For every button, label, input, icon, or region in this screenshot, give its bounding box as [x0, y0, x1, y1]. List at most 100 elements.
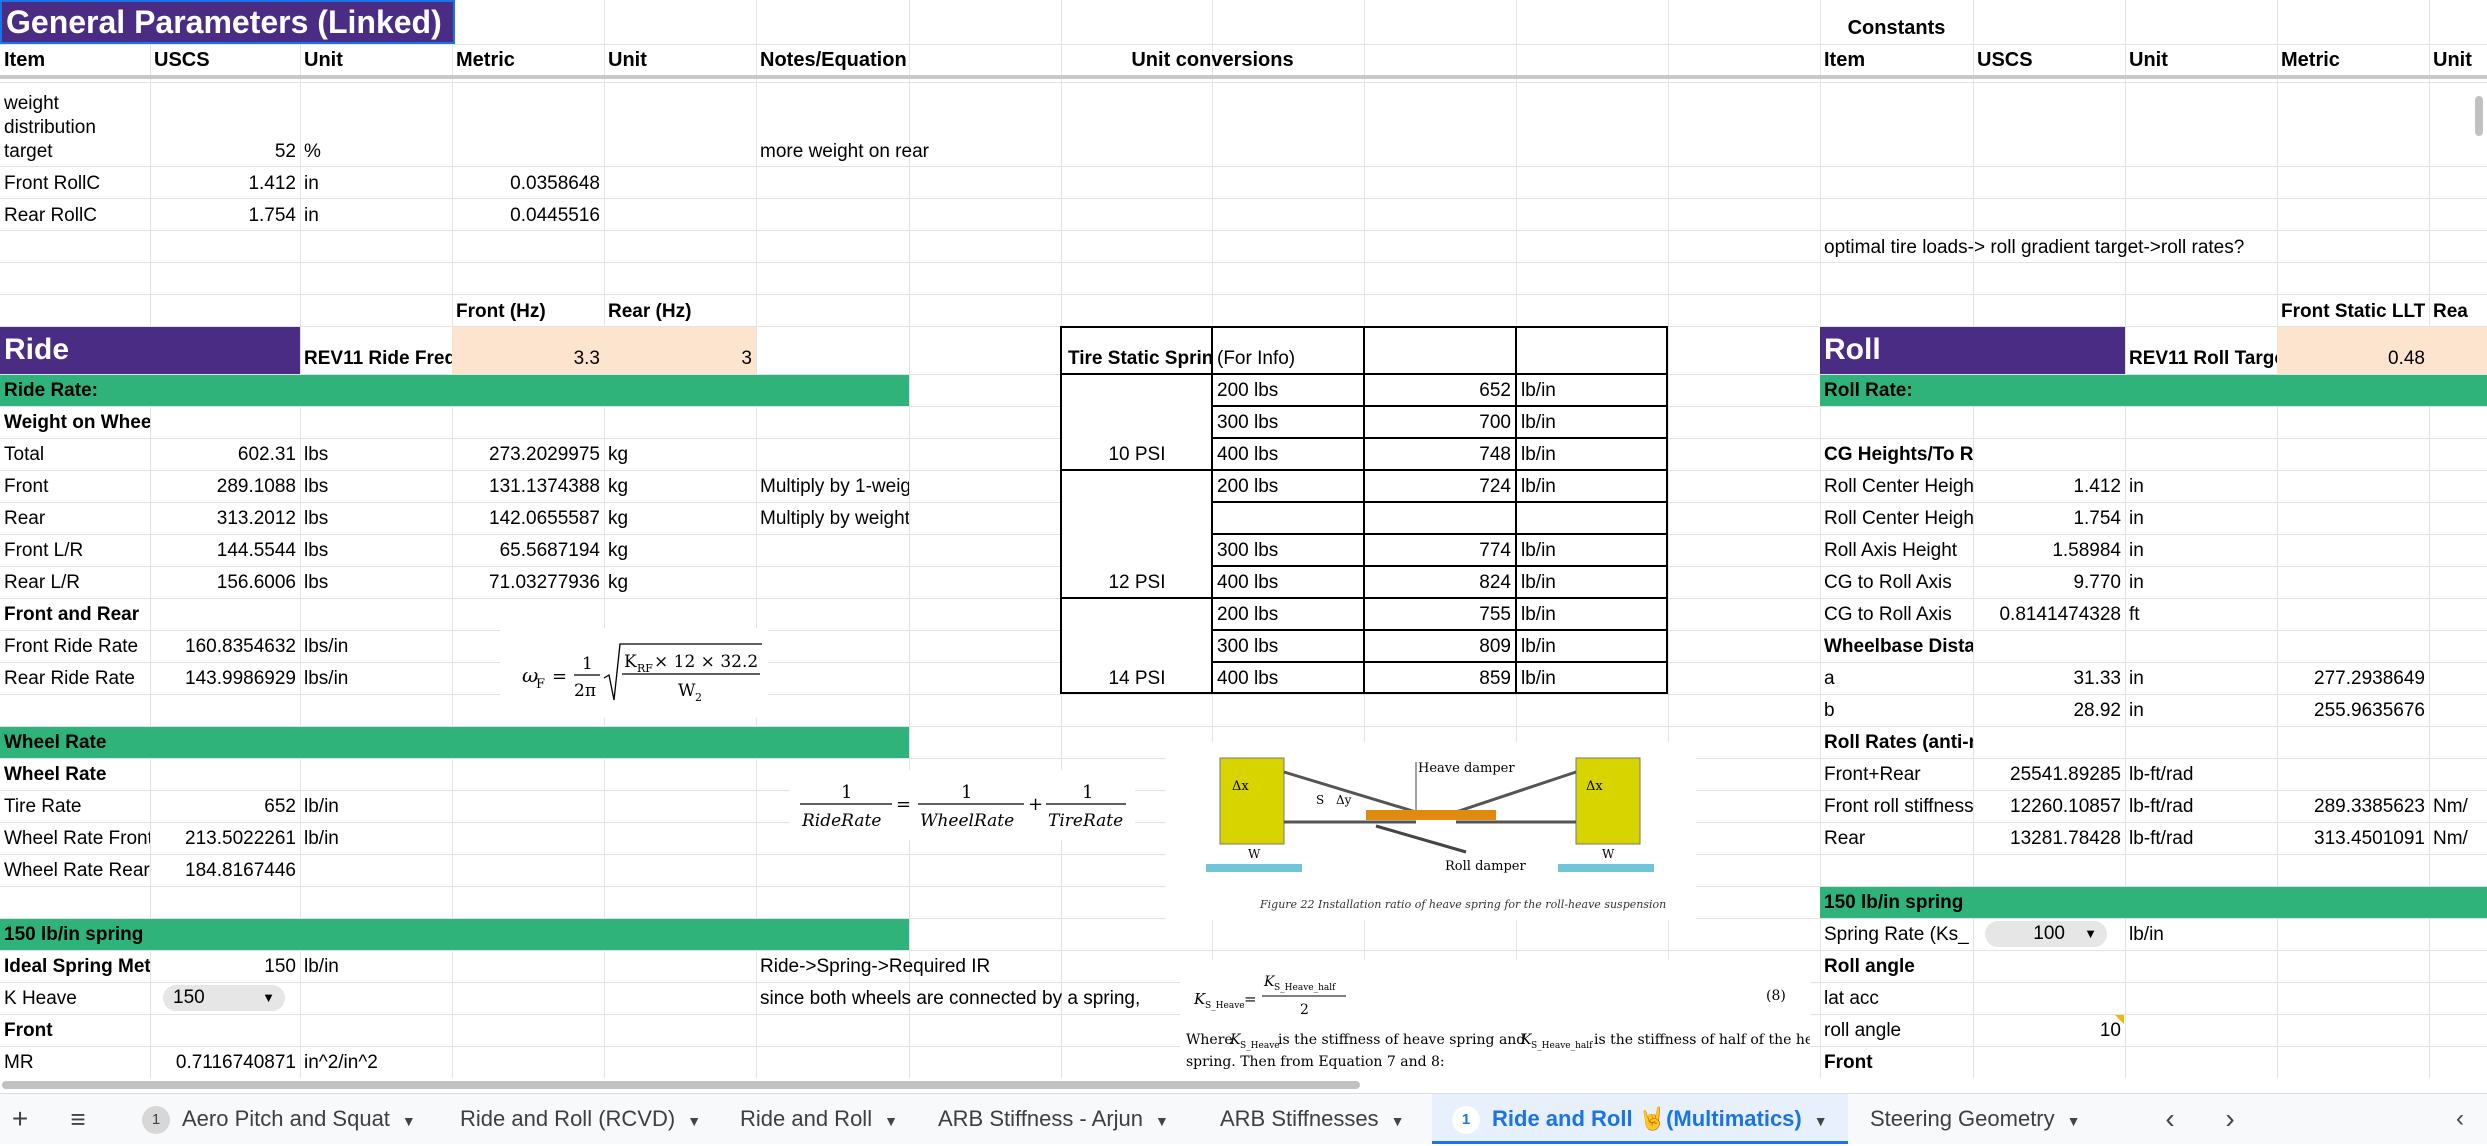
all-sheets-icon[interactable]: ≡ — [58, 1094, 98, 1144]
row-label[interactable]: Roll Axis Height — [1820, 540, 1973, 561]
row-value[interactable]: 31.33 — [1973, 668, 2125, 689]
row-value[interactable]: 602.31 — [150, 444, 300, 465]
front-label[interactable]: Front — [1820, 1052, 1973, 1073]
constants-header-unit[interactable]: Unit — [2125, 50, 2277, 71]
heave-damper-figure[interactable]: Heave damper Roll damper Δx Δx Δy S W W … — [1166, 742, 1696, 920]
header-item[interactable]: Item — [0, 50, 150, 71]
row-label[interactable]: CG to Roll Axis — [1820, 572, 1973, 593]
row-label[interactable]: b — [1820, 700, 1973, 721]
psi-label[interactable]: 12 PSI — [1062, 572, 1212, 593]
row-label[interactable]: Roll Center Height Rear — [1820, 508, 1973, 529]
tab-ride-and-roll[interactable]: Ride and Roll ▼ — [726, 1094, 912, 1144]
header-unit[interactable]: Unit — [300, 50, 452, 71]
row-metric-unit[interactable]: kg — [604, 444, 756, 465]
row-value[interactable]: 144.5544 — [150, 540, 300, 561]
row-metric[interactable]: 142.0655587 — [452, 508, 604, 529]
roll-angle-label[interactable]: Roll angle — [1820, 956, 1973, 977]
row-metric[interactable]: 65.5687194 — [452, 540, 604, 561]
row-unit[interactable]: in — [2125, 540, 2277, 561]
row-metric-unit[interactable]: Nm/ — [2429, 796, 2487, 817]
row-label[interactable]: Front — [0, 476, 150, 497]
tire-stiffness[interactable]: 824 — [1365, 572, 1515, 593]
scroll-tabs-right-icon[interactable]: › — [2210, 1094, 2250, 1144]
tire-stiffness[interactable]: 748 — [1365, 444, 1515, 465]
weight-on-wheels-label[interactable]: Weight on Wheels — [0, 412, 150, 433]
front-label[interactable]: Front — [0, 1020, 150, 1041]
row-unit[interactable]: lb-ft/rad — [2125, 828, 2277, 849]
scroll-tabs-left-icon[interactable]: ‹ — [2150, 1094, 2190, 1144]
horizontal-scrollbar-thumb[interactable] — [2, 1081, 1360, 1089]
row-metric-unit[interactable]: kg — [604, 572, 756, 593]
row-unit[interactable]: lb/in — [300, 956, 452, 977]
cell-metric[interactable]: 0.0358648 — [452, 173, 604, 194]
wheelbase-label[interactable]: Wheelbase Distances — [1820, 636, 1973, 657]
row-metric[interactable]: 255.9635676 — [2277, 700, 2429, 721]
tire-unit[interactable]: lb/in — [1517, 540, 1667, 561]
cell-unit[interactable]: in — [300, 173, 452, 194]
row-value[interactable]: 652 — [150, 796, 300, 817]
tire-unit[interactable]: lb/in — [1517, 444, 1667, 465]
tire-stiffness[interactable]: 652 — [1365, 380, 1515, 401]
ride-front-freq[interactable]: 3.3 — [452, 348, 604, 369]
psi-label[interactable]: 14 PSI — [1062, 668, 1212, 689]
row-metric[interactable]: 289.3385623 — [2277, 796, 2429, 817]
natural-frequency-equation-image[interactable]: ω F = 1 2π K RF × 12 × 32.2 W 2 — [500, 628, 768, 718]
cell-unit[interactable]: % — [300, 141, 452, 162]
row-label[interactable]: K Heave — [0, 988, 150, 1009]
row-label[interactable]: Front Ride Rate — [0, 636, 150, 657]
ride-rate-equation-image[interactable]: 1 RideRate = 1 WheelRate + 1 TireRate — [790, 770, 1135, 840]
add-sheet-icon[interactable]: + — [0, 1094, 40, 1144]
row-value[interactable]: 156.6006 — [150, 572, 300, 593]
cell-label[interactable]: Front RollC — [0, 173, 150, 194]
tire-table-info[interactable]: (For Info) — [1213, 348, 1363, 369]
row-value[interactable]: 184.8167446 — [150, 860, 300, 881]
row-note[interactable]: Multiply by 1-weight — [756, 476, 909, 497]
comment-indicator-icon[interactable] — [2115, 1015, 2124, 1024]
row-value[interactable]: 289.1088 — [150, 476, 300, 497]
row-label[interactable]: Wheel Rate Rear — [0, 860, 150, 881]
tab-ride-and-roll-rcvd[interactable]: Ride and Roll (RCVD) ▼ — [446, 1094, 715, 1144]
tire-load[interactable]: 400 lbs — [1213, 668, 1363, 689]
row-label[interactable]: Wheel Rate Front — [0, 828, 150, 849]
tire-load[interactable]: 300 lbs — [1213, 636, 1363, 657]
cell-value[interactable]: 1.754 — [150, 205, 300, 226]
row-label[interactable]: Front roll stiffness — [1820, 796, 1973, 817]
row-unit[interactable]: lbs — [300, 444, 452, 465]
front-static-llt-label[interactable]: Front Static LLT — [2277, 301, 2429, 322]
row-metric-unit[interactable]: kg — [604, 476, 756, 497]
tire-unit[interactable]: lb/in — [1517, 572, 1667, 593]
roll-rate-label[interactable]: Roll Rate: — [1820, 380, 2120, 401]
row-unit[interactable]: in — [2125, 700, 2277, 721]
constants-header-item[interactable]: Item — [1820, 50, 1973, 71]
spreadsheet-grid[interactable]: General Parameters (Linked) Constants It… — [0, 0, 2487, 1080]
tire-unit[interactable]: lb/in — [1517, 412, 1667, 433]
row-value[interactable]: 12260.10857 — [1973, 796, 2125, 817]
collapse-sidebar-icon[interactable]: ‹ — [2440, 1094, 2480, 1144]
k-heave-dropdown[interactable]: 150 ▼ — [163, 985, 285, 1011]
row-label[interactable]: CG to Roll Axis — [1820, 604, 1973, 625]
cell-label[interactable]: Rear RollC — [0, 205, 150, 226]
row-value[interactable]: 150 — [150, 956, 300, 977]
row-metric-unit[interactable]: Nm/ — [2429, 828, 2487, 849]
row-label[interactable]: Rear — [0, 508, 150, 529]
cell-unit[interactable]: in — [300, 205, 452, 226]
row-label[interactable]: Roll Center Height Front — [1820, 476, 1973, 497]
cg-heights-label[interactable]: CG Heights/To RA — [1820, 444, 1973, 465]
constants-title[interactable]: Constants — [1820, 18, 1973, 39]
row-unit[interactable]: lbs — [300, 508, 452, 529]
header-metric[interactable]: Metric — [452, 50, 604, 71]
tire-load[interactable]: 200 lbs — [1213, 476, 1363, 497]
cell-label[interactable]: target — [0, 141, 150, 162]
row-metric[interactable]: 71.03277936 — [452, 572, 604, 593]
row-label[interactable]: Rear L/R — [0, 572, 150, 593]
tab-arb-stiffnesses[interactable]: ARB Stiffnesses ▼ — [1206, 1094, 1418, 1144]
row-label[interactable]: Rear — [1820, 828, 1973, 849]
cell-note[interactable]: optimal tire loads-> roll gradient targe… — [1820, 237, 2480, 258]
row-label[interactable]: lat acc — [1820, 988, 1973, 1009]
tire-stiffness[interactable]: 774 — [1365, 540, 1515, 561]
tire-stiffness[interactable]: 724 — [1365, 476, 1515, 497]
cell-note[interactable]: more weight on rear — [756, 141, 1156, 162]
row-label[interactable]: Front L/R — [0, 540, 150, 561]
row-value[interactable]: 25541.89285 — [1973, 764, 2125, 785]
front-and-rear-label[interactable]: Front and Rear — [0, 604, 150, 625]
